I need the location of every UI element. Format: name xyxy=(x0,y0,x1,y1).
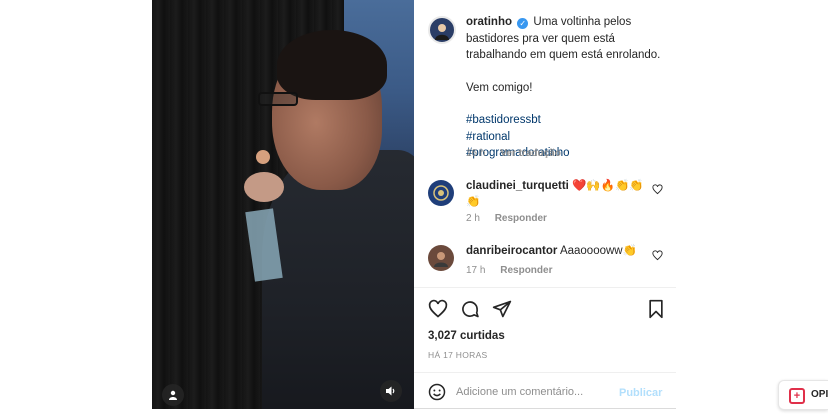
comment-time: 17 h xyxy=(466,265,486,276)
comment-icon[interactable] xyxy=(458,297,482,321)
comment-bar: Publicar xyxy=(414,373,676,409)
comment-meta: 17 h Responder xyxy=(466,265,552,276)
comment-like-heart-icon[interactable] xyxy=(652,250,663,264)
post-caption: oratinho ✓ Uma voltinha pelos bastidores… xyxy=(466,14,666,162)
post-timestamp: HÁ 17 HORAS xyxy=(428,350,488,360)
caption-time: 16 h xyxy=(466,148,486,159)
video-background-hand xyxy=(244,172,284,202)
commenter-avatar[interactable] xyxy=(428,180,454,206)
comment-username[interactable]: claudinei_turquetti xyxy=(466,180,569,192)
caption-call-to-action: Vem comigo! xyxy=(466,81,533,94)
plus-icon: + xyxy=(789,388,805,404)
verified-icon: ✓ xyxy=(517,18,529,29)
comment-item: claudinei_turquetti ❤️🙌🔥👏👏👏 xyxy=(466,178,646,210)
comment-username[interactable]: danribeirocantor xyxy=(466,245,557,257)
extension-badge[interactable]: + OPI xyxy=(778,380,828,410)
video-person-glasses xyxy=(258,92,298,106)
video-person-hair xyxy=(277,30,387,100)
comment-item: danribeirocantor Aaaooooww👏 xyxy=(466,243,646,259)
likes-count[interactable]: 3,027 curtidas xyxy=(428,330,505,342)
divider xyxy=(414,287,676,288)
comment-text: Aaaooooww👏 xyxy=(559,245,637,257)
post-side-panel: oratinho ✓ Uma voltinha pelos bastidores… xyxy=(414,0,676,409)
right-background xyxy=(676,0,828,414)
post-dialog: oratinho ✓ Uma voltinha pelos bastidores… xyxy=(152,0,676,409)
user-icon[interactable] xyxy=(162,384,184,406)
video-headset-mic xyxy=(256,150,270,164)
reply-button[interactable]: Responder xyxy=(500,265,552,276)
extension-label: OPI xyxy=(811,389,828,400)
comment-time: 2 h xyxy=(466,213,480,224)
commenter-avatar[interactable] xyxy=(428,245,454,271)
caption-meta: 16 h Ver tradução xyxy=(466,148,561,159)
smiley-icon[interactable] xyxy=(428,383,446,401)
hashtag-link[interactable]: #bastidoressbt xyxy=(466,112,666,129)
bookmark-icon[interactable] xyxy=(644,297,668,321)
left-background xyxy=(0,0,152,414)
post-video[interactable] xyxy=(152,0,414,409)
comment-meta: 2 h Responder xyxy=(466,213,547,224)
author-username[interactable]: oratinho xyxy=(466,16,512,28)
post-actions xyxy=(426,297,666,321)
paper-plane-icon[interactable] xyxy=(490,297,514,321)
speaker-icon[interactable] xyxy=(380,380,402,402)
comment-like-heart-icon[interactable] xyxy=(652,184,663,198)
hashtag-link[interactable]: #rational xyxy=(466,129,666,146)
publish-button[interactable]: Publicar xyxy=(619,387,662,399)
author-avatar[interactable] xyxy=(428,16,456,44)
reply-button[interactable]: Responder xyxy=(495,213,547,224)
heart-icon[interactable] xyxy=(426,297,450,321)
translate-button[interactable]: Ver tradução xyxy=(500,148,561,159)
comment-input[interactable] xyxy=(456,381,606,403)
